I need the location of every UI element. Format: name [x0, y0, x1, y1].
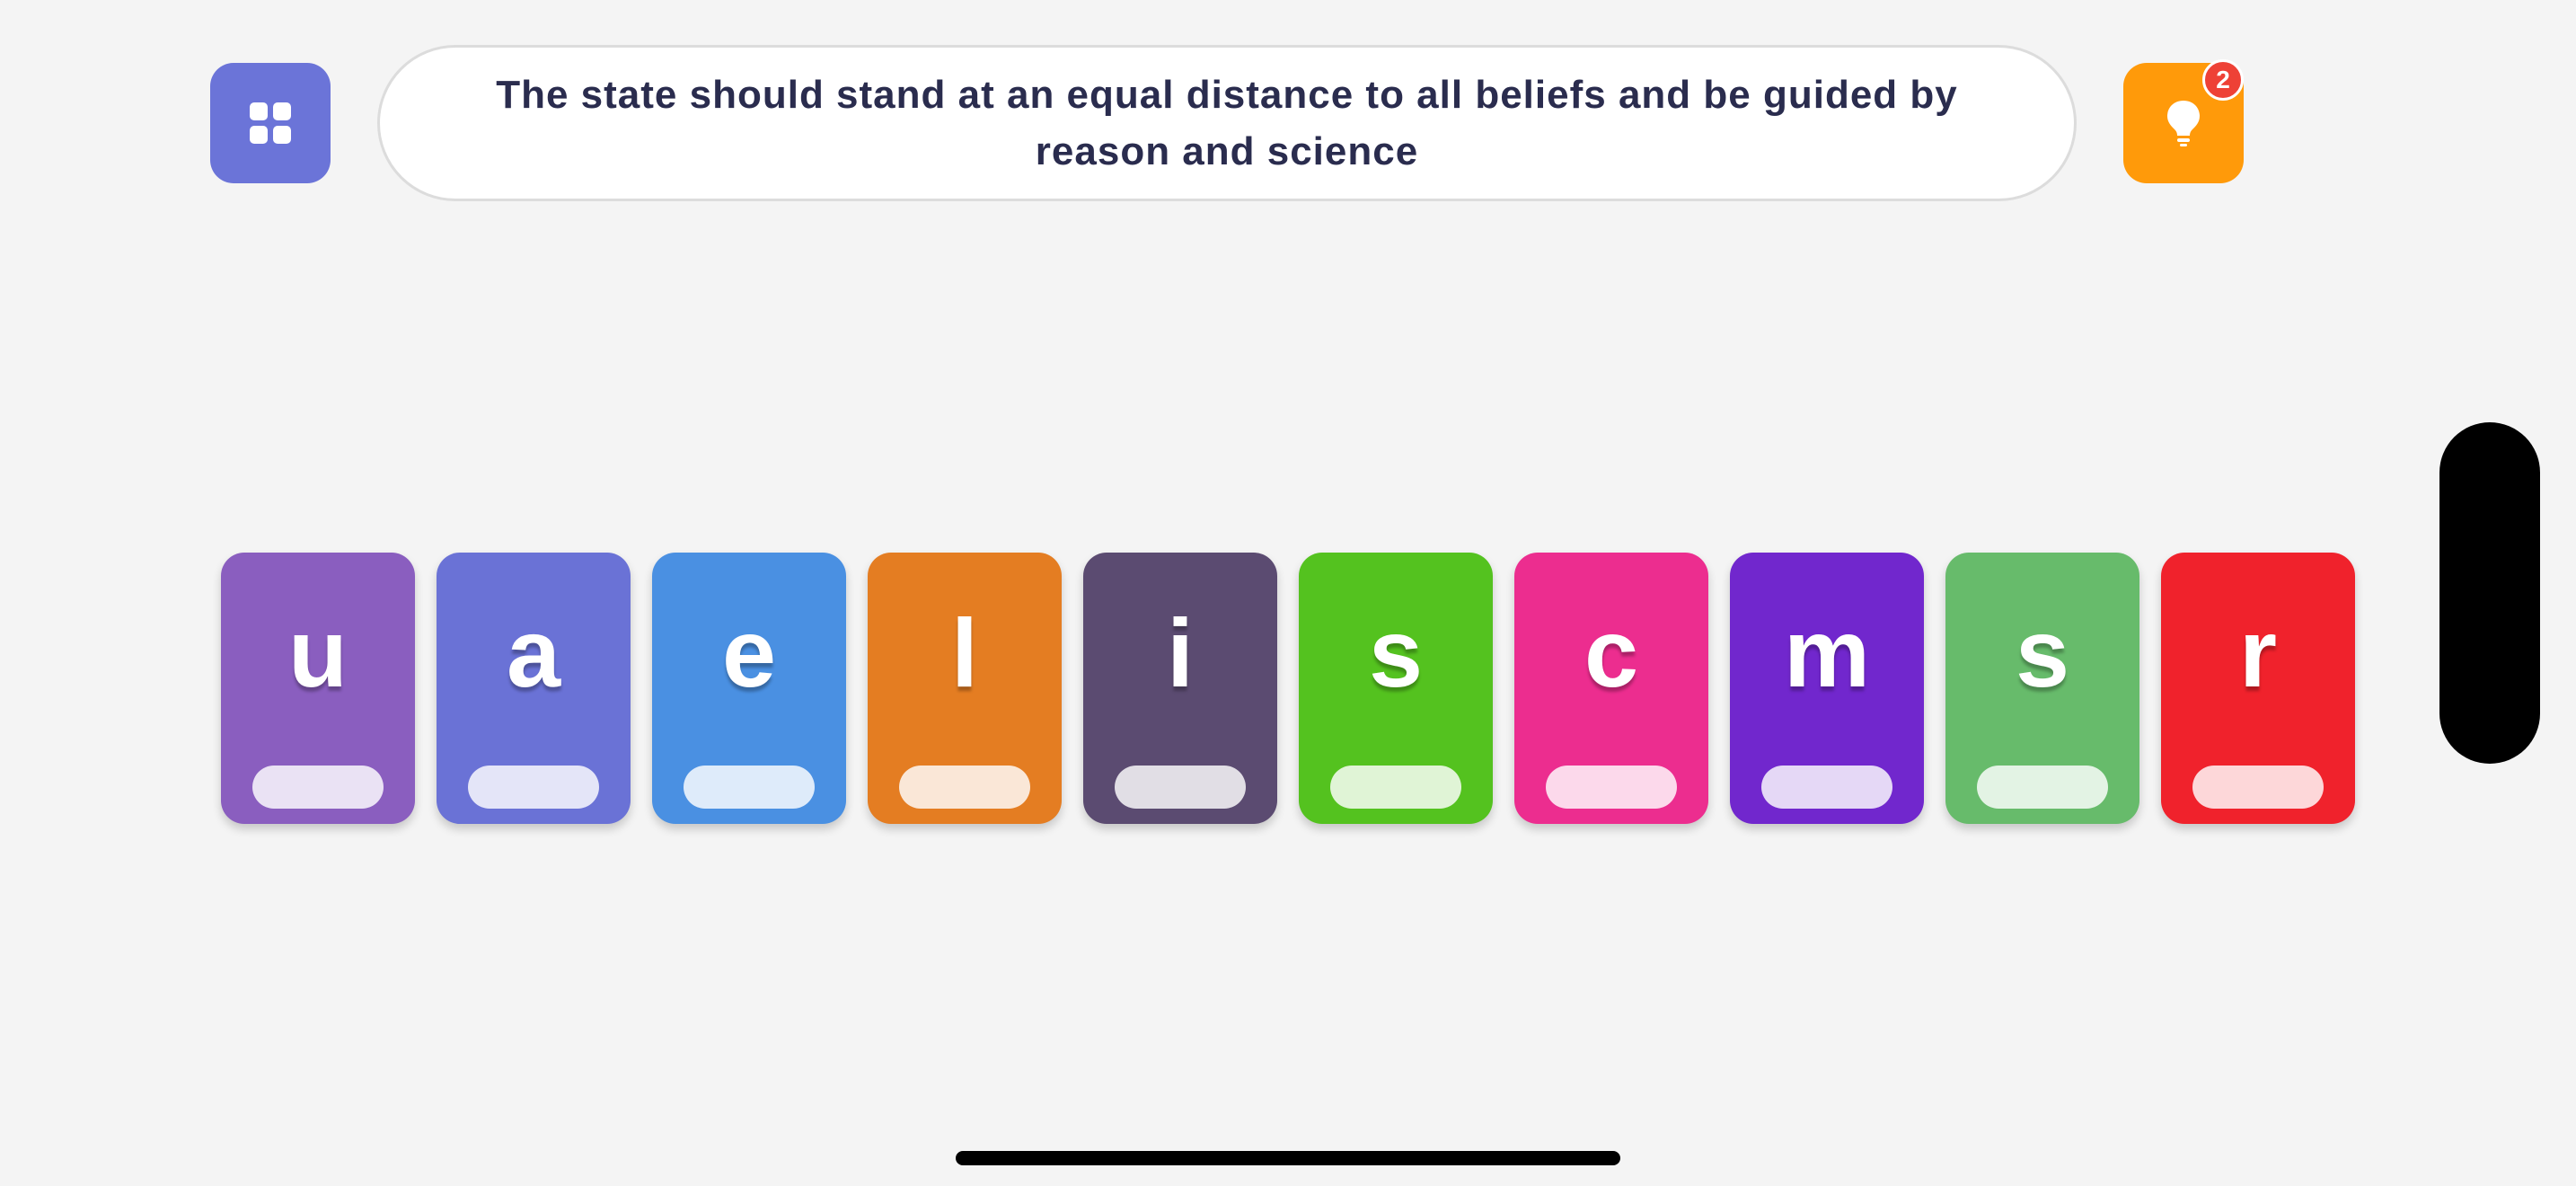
tile-slot: [2192, 766, 2324, 809]
tile-letter: l: [950, 598, 978, 707]
tile-letter: c: [1584, 598, 1639, 707]
letter-tiles: uaeliscmsr: [221, 553, 2355, 824]
letter-tile[interactable]: s: [1299, 553, 1493, 824]
tile-letter: i: [1166, 598, 1194, 707]
letter-tile[interactable]: m: [1730, 553, 1924, 824]
tile-letter: m: [1783, 598, 1871, 707]
tile-letter: s: [2015, 598, 2070, 707]
letter-tile[interactable]: i: [1083, 553, 1277, 824]
tile-slot: [252, 766, 384, 809]
letter-tile[interactable]: e: [652, 553, 846, 824]
tile-letter: r: [2238, 598, 2278, 707]
tile-slot: [1761, 766, 1892, 809]
letter-tile[interactable]: c: [1514, 553, 1708, 824]
tile-slot: [684, 766, 815, 809]
tile-slot: [1115, 766, 1246, 809]
tile-slot: [1977, 766, 2108, 809]
tile-letter: u: [288, 598, 348, 707]
letter-tile[interactable]: u: [221, 553, 415, 824]
lightbulb-icon: [2167, 101, 2200, 146]
grid-menu-icon: [250, 102, 291, 144]
tile-slot: [1546, 766, 1677, 809]
side-handle: [2439, 422, 2540, 764]
tile-slot: [1330, 766, 1461, 809]
home-indicator: [956, 1151, 1620, 1165]
clue-text: The state should stand at an equal dista…: [496, 73, 1958, 173]
letter-tile[interactable]: a: [437, 553, 631, 824]
letter-tile[interactable]: r: [2161, 553, 2355, 824]
letter-tile[interactable]: l: [868, 553, 1062, 824]
tile-slot: [468, 766, 599, 809]
tile-slot: [899, 766, 1030, 809]
tile-letter: s: [1368, 598, 1424, 707]
clue-box: The state should stand at an equal dista…: [377, 45, 2077, 201]
letter-tile[interactable]: s: [1945, 553, 2139, 824]
tile-letter: a: [506, 598, 561, 707]
hint-count-badge: 2: [2202, 59, 2244, 101]
tile-letter: e: [721, 598, 777, 707]
menu-button[interactable]: [210, 63, 331, 183]
